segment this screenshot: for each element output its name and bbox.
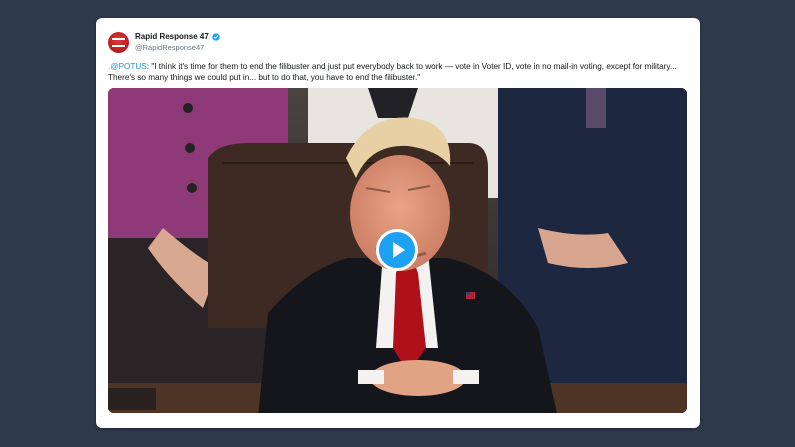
video-player[interactable] [108, 88, 687, 413]
avatar-logo-icon [112, 37, 125, 47]
tweet-header: Rapid Response 47 @RapidResponse47 [108, 31, 220, 53]
verified-badge-icon [212, 32, 220, 41]
display-name[interactable]: Rapid Response 47 [135, 31, 209, 42]
tweet-card: Rapid Response 47 @RapidResponse47 .@POT… [96, 18, 700, 428]
display-name-row: Rapid Response 47 [135, 31, 220, 42]
tweet-body: : "I think it's time for them to end the… [108, 62, 677, 82]
handle[interactable]: @RapidResponse47 [135, 42, 220, 53]
play-icon [393, 242, 405, 258]
author-info: Rapid Response 47 @RapidResponse47 [135, 31, 220, 53]
tweet-text: .@POTUS: "I think it's time for them to … [108, 61, 688, 83]
mention-link[interactable]: .@POTUS [108, 62, 147, 71]
avatar[interactable] [108, 31, 129, 53]
play-button[interactable] [376, 229, 418, 271]
